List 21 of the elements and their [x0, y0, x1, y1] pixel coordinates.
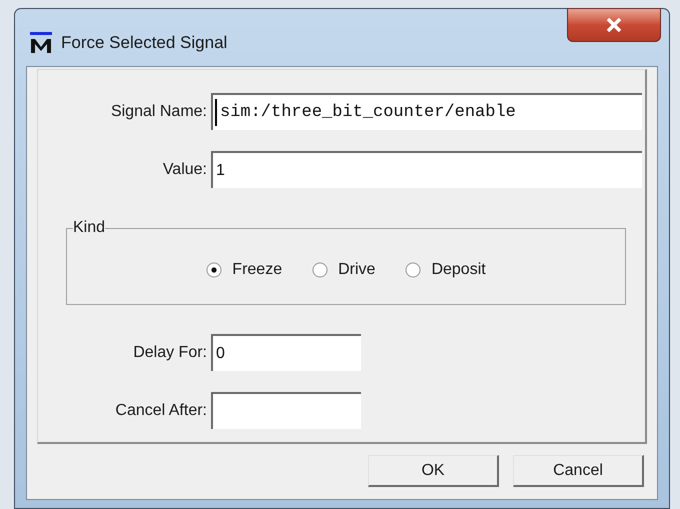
close-button[interactable]	[567, 8, 661, 42]
input-field[interactable]: 1	[211, 151, 642, 188]
input-field[interactable]: 0	[211, 334, 361, 371]
radio-option[interactable]: Deposit	[405, 258, 486, 282]
dialog-button[interactable]: Cancel	[513, 455, 644, 487]
app-logo-icon	[29, 32, 53, 54]
radio-button[interactable]	[312, 262, 328, 278]
input-field[interactable]	[211, 392, 361, 429]
dialog-button[interactable]: OK	[368, 455, 499, 487]
radio-option[interactable]: Drive	[312, 258, 376, 282]
group-title: Kind	[73, 218, 106, 238]
radio-button[interactable]	[405, 262, 422, 278]
field-label: Delay For:	[132, 342, 208, 362]
radio-option[interactable]: Freeze	[206, 258, 282, 282]
field-label: Signal Name:	[110, 102, 208, 122]
input-field[interactable]: sim:/three_bit_counter/enable	[211, 93, 642, 130]
close-icon	[606, 18, 622, 32]
window-title: Force Selected Signal	[61, 32, 228, 54]
field-label: Cancel After:	[114, 400, 208, 420]
radio-button[interactable]	[206, 262, 222, 278]
field-label: Value:	[162, 160, 208, 180]
